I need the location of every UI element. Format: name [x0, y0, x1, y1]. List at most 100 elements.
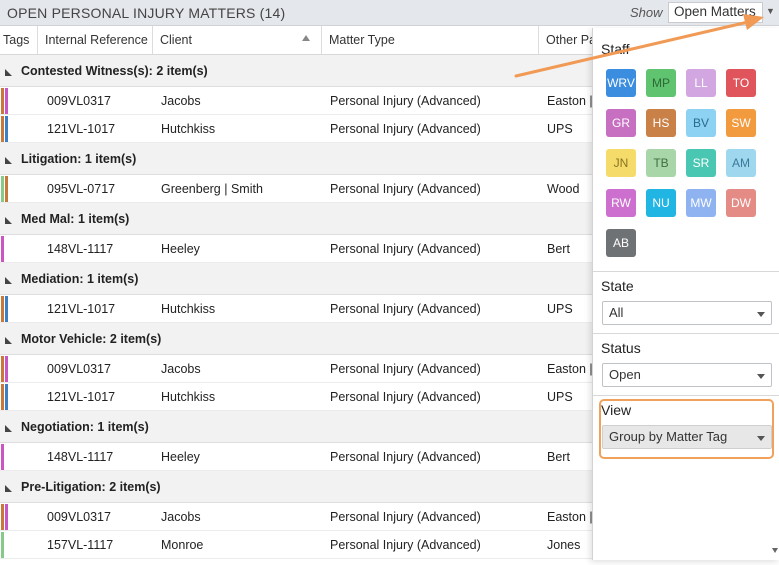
column-header-client[interactable]: Client: [153, 26, 322, 54]
view-select[interactable]: Group by Matter Tag: [602, 425, 772, 449]
state-title: State: [601, 278, 634, 294]
cell-other-party: Jones: [547, 538, 581, 552]
cell-client: Jacobs: [161, 510, 201, 524]
cell-other-party: Wood: [547, 182, 580, 196]
state-select-value: All: [609, 305, 624, 320]
cell-other-party: Bert: [547, 242, 570, 256]
staff-chip-sw[interactable]: SW: [726, 109, 756, 137]
cell-matter-type: Personal Injury (Advanced): [330, 390, 481, 404]
staff-chip-mp[interactable]: MP: [646, 69, 676, 97]
cell-client: Hutchkiss: [161, 390, 216, 404]
cell-other-party: Easton |: [547, 94, 593, 108]
column-header-other-party[interactable]: Other Pa: [539, 26, 599, 54]
cell-other-party: Easton |: [547, 362, 593, 376]
staff-chip-ab[interactable]: AB: [606, 229, 636, 257]
collapse-caret-icon[interactable]: [5, 425, 12, 432]
column-header-matter-type[interactable]: Matter Type: [322, 26, 539, 54]
staff-chip-wrv[interactable]: WRV: [606, 69, 636, 97]
cell-matter-type: Personal Injury (Advanced): [330, 538, 481, 552]
tag-color-marker: [1, 532, 4, 558]
group-label: Litigation: 1 item(s): [21, 152, 137, 166]
tag-color-marker: [5, 116, 8, 142]
tag-color-marker: [1, 356, 4, 382]
cell-matter-type: Personal Injury (Advanced): [330, 242, 481, 256]
cell-internal-reference: 095VL-0717: [47, 182, 116, 196]
chevron-down-icon[interactable]: ▼: [766, 6, 775, 16]
tag-color-marker: [5, 504, 8, 530]
show-label: Show: [630, 5, 663, 20]
staff-chip-dw[interactable]: DW: [726, 189, 756, 217]
staff-chip-ll[interactable]: LL: [686, 69, 716, 97]
staff-chip-to[interactable]: TO: [726, 69, 756, 97]
tag-color-marker: [1, 236, 4, 262]
tag-color-marker: [5, 384, 8, 410]
staff-chip-tb[interactable]: TB: [646, 149, 676, 177]
collapse-caret-icon[interactable]: [5, 217, 12, 224]
tag-color-marker: [1, 176, 4, 202]
cell-client: Heeley: [161, 450, 200, 464]
tag-color-marker: [1, 444, 4, 470]
staff-chip-sr[interactable]: SR: [686, 149, 716, 177]
cell-matter-type: Personal Injury (Advanced): [330, 122, 481, 136]
staff-chip-rw[interactable]: RW: [606, 189, 636, 217]
tag-color-marker: [1, 504, 4, 530]
tag-color-marker: [5, 356, 8, 382]
column-header-internal-reference[interactable]: Internal Reference: [38, 26, 153, 54]
collapse-caret-icon[interactable]: [5, 485, 12, 492]
divider: [593, 271, 779, 272]
cell-internal-reference: 009VL0317: [47, 510, 111, 524]
cell-client: Greenberg | Smith: [161, 182, 263, 196]
show-filter-select[interactable]: Open Matters: [668, 2, 763, 23]
staff-chip-am[interactable]: AM: [726, 149, 756, 177]
page-title: OPEN PERSONAL INJURY MATTERS (14): [7, 5, 286, 21]
collapse-caret-icon[interactable]: [5, 277, 12, 284]
filter-panel: Staff WRV MP LL TO GR HS BV SW JN TB SR AM RW NU MW DW A…: [592, 28, 779, 560]
staff-chip-hs[interactable]: HS: [646, 109, 676, 137]
cell-client: Jacobs: [161, 362, 201, 376]
cell-client: Jacobs: [161, 94, 201, 108]
tag-color-marker: [1, 88, 4, 114]
group-label: Pre-Litigation: 2 item(s): [21, 480, 161, 494]
scroll-down-icon[interactable]: [772, 548, 778, 553]
cell-internal-reference: 121VL-1017: [47, 390, 116, 404]
show-filter-value: Open Matters: [674, 4, 756, 19]
tag-color-marker: [1, 384, 4, 410]
cell-other-party: Bert: [547, 450, 570, 464]
view-title: View: [601, 402, 632, 418]
cell-internal-reference: 148VL-1117: [47, 450, 114, 464]
cell-internal-reference: 009VL0317: [47, 94, 111, 108]
staff-chip-bv[interactable]: BV: [686, 109, 716, 137]
collapse-caret-icon[interactable]: [5, 157, 12, 164]
group-label: Motor Vehicle: 2 item(s): [21, 332, 162, 346]
staff-chip-mw[interactable]: MW: [686, 189, 716, 217]
cell-matter-type: Personal Injury (Advanced): [330, 510, 481, 524]
column-header-tags[interactable]: Tags: [0, 26, 38, 54]
column-header-client-label: Client: [160, 33, 192, 47]
collapse-caret-icon[interactable]: [5, 69, 12, 76]
title-bar: OPEN PERSONAL INJURY MATTERS (14) Show O…: [0, 0, 779, 26]
cell-internal-reference: 148VL-1117: [47, 242, 114, 256]
cell-other-party: UPS: [547, 122, 573, 136]
chevron-down-icon: [757, 312, 765, 317]
tag-color-marker: [1, 296, 4, 322]
cell-internal-reference: 009VL0317: [47, 362, 111, 376]
cell-client: Monroe: [161, 538, 204, 552]
collapse-caret-icon[interactable]: [5, 337, 12, 344]
staff-title: Staff: [601, 41, 630, 57]
state-select[interactable]: All: [602, 301, 772, 325]
divider: [593, 333, 779, 334]
cell-other-party: UPS: [547, 390, 573, 404]
cell-client: Hutchkiss: [161, 122, 216, 136]
staff-chip-gr[interactable]: GR: [606, 109, 636, 137]
cell-matter-type: Personal Injury (Advanced): [330, 302, 481, 316]
cell-matter-type: Personal Injury (Advanced): [330, 94, 481, 108]
staff-chip-jn[interactable]: JN: [606, 149, 636, 177]
tag-color-marker: [1, 116, 4, 142]
staff-chip-nu[interactable]: NU: [646, 189, 676, 217]
status-select-value: Open: [609, 367, 641, 382]
view-select-value: Group by Matter Tag: [609, 429, 728, 444]
status-select[interactable]: Open: [602, 363, 772, 387]
tag-color-marker: [5, 88, 8, 114]
cell-matter-type: Personal Injury (Advanced): [330, 450, 481, 464]
tag-color-marker: [5, 176, 8, 202]
